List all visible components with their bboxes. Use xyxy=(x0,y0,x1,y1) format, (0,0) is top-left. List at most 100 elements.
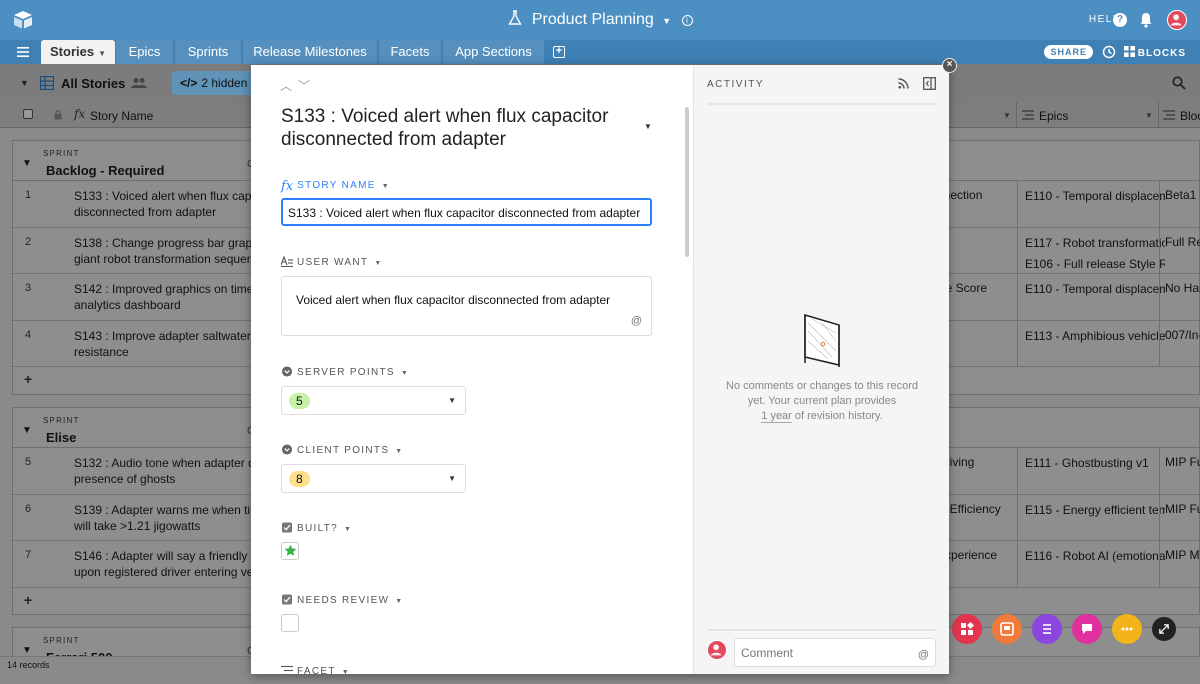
story-name-cell[interactable]: S139 : Adapter warns me when time will ta… xyxy=(74,502,254,536)
user-want-field[interactable]: Voiced alert when flux capacitor disconn… xyxy=(281,276,652,336)
empty-line: yet. Your current plan provides xyxy=(747,395,897,407)
tab-release-milestones[interactable]: Release Milestones xyxy=(243,40,377,64)
help-question-icon[interactable]: ? xyxy=(1113,13,1127,27)
chevron-down-icon[interactable]: ▼ xyxy=(20,78,29,88)
tab-epics[interactable]: Epics xyxy=(116,40,173,64)
link-field-icon xyxy=(281,665,293,674)
client-points-select[interactable]: 8 ▼ xyxy=(281,464,466,493)
select-all-checkbox[interactable] xyxy=(23,109,33,119)
lock-icon xyxy=(54,110,62,120)
user-want-text: Voiced alert when flux capacitor disconn… xyxy=(296,293,611,307)
collapse-group-icon[interactable]: ▼ xyxy=(22,158,32,169)
close-modal-button[interactable]: × xyxy=(942,58,957,73)
chevron-down-icon[interactable]: ▼ xyxy=(448,474,456,483)
epics-cell[interactable]: E117 - Robot transformatio E106 - Full re… xyxy=(1025,235,1165,272)
expand-fab-button[interactable] xyxy=(1152,617,1176,641)
chevron-down-icon[interactable]: ▼ xyxy=(382,183,390,190)
apps-fab-button[interactable] xyxy=(952,614,982,644)
chevron-down-icon[interactable]: ▼ xyxy=(1145,111,1153,120)
column-header-epics[interactable]: Epics xyxy=(1039,109,1068,123)
empty-line: No comments or changes to this record xyxy=(726,380,918,392)
chevron-down-icon[interactable]: ▼ xyxy=(344,526,352,533)
blocks-button[interactable]: BLOCKS xyxy=(1123,46,1186,59)
cell[interactable]: Full Rel xyxy=(1165,235,1200,249)
story-name-cell[interactable]: S142 : Improved graphics on time tr analy… xyxy=(74,281,254,315)
chevron-down-icon[interactable]: ▼ xyxy=(448,396,456,405)
epics-cell[interactable]: E110 - Temporal displacem xyxy=(1025,281,1165,297)
revision-history-link[interactable]: 1 year xyxy=(761,410,792,423)
story-name-cell[interactable]: S133 : Voiced alert when flux capaci disc… xyxy=(74,188,254,222)
field-label-text: CLIENT POINTS xyxy=(297,445,390,456)
epics-cell[interactable]: E115 - Energy efficient tem xyxy=(1025,502,1165,518)
tab-facets[interactable]: Facets xyxy=(379,40,441,64)
cell[interactable]: MIP Fu xyxy=(1165,502,1200,516)
subscribe-rss-icon[interactable] xyxy=(898,78,909,89)
view-name[interactable]: All Stories xyxy=(61,76,125,91)
story-name-cell[interactable]: S132 : Audio tone when adapter de presenc… xyxy=(74,455,254,489)
cell[interactable]: No Har xyxy=(1165,281,1200,295)
long-text-icon xyxy=(281,256,293,267)
more-fab-button[interactable] xyxy=(1112,614,1142,644)
tab-app-sections[interactable]: App Sections xyxy=(443,40,544,64)
mention-icon[interactable]: @ xyxy=(631,315,642,327)
collapse-panel-icon[interactable] xyxy=(923,77,936,90)
user-avatar[interactable] xyxy=(1167,10,1187,30)
column-header-blocks[interactable]: Bloc xyxy=(1180,109,1200,123)
cell[interactable]: 007/In- xyxy=(1165,328,1200,342)
chevron-down-icon[interactable]: ▼ xyxy=(1003,111,1011,120)
chevron-down-icon[interactable]: ▼ xyxy=(374,260,382,267)
bell-icon[interactable] xyxy=(1139,12,1153,28)
cell[interactable]: Beta1 xyxy=(1165,188,1196,202)
cell[interactable]: MIP Fu xyxy=(1165,455,1200,469)
needs-review-checkbox[interactable] xyxy=(281,614,299,632)
epics-cell[interactable]: E116 - Robot AI (emotiona xyxy=(1025,548,1165,564)
story-name-cell[interactable]: S138 : Change progress bar graphi giant r… xyxy=(74,235,254,269)
cell-line: disconnected from adapter xyxy=(74,205,217,219)
scrollbar[interactable] xyxy=(685,107,689,257)
built-checkbox[interactable] xyxy=(281,542,299,560)
tab-sprints[interactable]: Sprints xyxy=(175,40,241,64)
epics-cell[interactable]: E110 - Temporal displacem xyxy=(1025,188,1165,204)
collaborators-icon[interactable] xyxy=(131,77,147,89)
column-divider xyxy=(1158,102,1159,128)
comment-input[interactable]: Comment @ xyxy=(734,638,936,667)
history-icon[interactable] xyxy=(1102,45,1116,59)
user-icon xyxy=(1170,14,1182,26)
hamburger-menu-icon[interactable] xyxy=(17,47,29,57)
add-table-icon[interactable]: + xyxy=(553,46,565,58)
mention-icon[interactable]: @ xyxy=(918,649,929,661)
chevron-up-icon[interactable]: ︿ xyxy=(280,79,298,93)
column-header-story-name[interactable]: Story Name xyxy=(90,109,153,123)
chat-fab-button[interactable] xyxy=(1072,614,1102,644)
chevron-down-icon[interactable]: ▼ xyxy=(662,16,671,26)
collapse-group-icon[interactable]: ▼ xyxy=(22,645,32,656)
collapse-group-icon[interactable]: ▼ xyxy=(22,425,32,436)
chevron-down-icon[interactable]: ▼ xyxy=(395,598,403,605)
column-divider xyxy=(1159,181,1160,227)
chevron-down-icon[interactable]: ▼ xyxy=(342,669,350,674)
base-title[interactable]: Product Planning ▼ i xyxy=(0,10,1200,29)
epics-cell[interactable]: E113 - Amphibious vehicle xyxy=(1025,328,1165,344)
epics-cell[interactable]: E111 - Ghostbusting v1 xyxy=(1025,455,1165,471)
chevron-down-icon[interactable]: ﹀ xyxy=(298,79,316,93)
link-field-icon xyxy=(1163,110,1175,120)
story-name-cell[interactable]: S143 : Improve adapter saltwater resistan… xyxy=(74,328,254,362)
select-option-pill: 8 xyxy=(289,471,310,487)
tab-stories[interactable]: Stories ▼ xyxy=(41,40,115,64)
list-fab-button[interactable] xyxy=(1032,614,1062,644)
chevron-down-icon[interactable]: ▼ xyxy=(401,370,409,377)
server-points-select[interactable]: 5 ▼ xyxy=(281,386,466,415)
search-icon[interactable] xyxy=(1172,76,1186,90)
record-navigation: ︿﹀ xyxy=(280,77,316,94)
record-menu-icon[interactable]: ▼ xyxy=(644,122,652,131)
cell[interactable]: MIP MV xyxy=(1165,548,1200,562)
image-fab-button[interactable] xyxy=(992,614,1022,644)
expanded-record-modal: ︿﹀ S133 : Voiced alert when flux capacit… xyxy=(251,65,949,674)
story-name-cell[interactable]: S146 : Adapter will say a friendly "H upo… xyxy=(74,548,254,582)
chevron-down-icon[interactable]: ▼ xyxy=(98,49,106,58)
share-button[interactable]: SHARE xyxy=(1044,45,1093,59)
info-icon[interactable]: i xyxy=(681,15,693,26)
story-name-field[interactable]: S133 : Voiced alert when flux capacitor … xyxy=(281,198,652,226)
group-field-label: SPRINT xyxy=(43,149,80,158)
chevron-down-icon[interactable]: ▼ xyxy=(395,448,403,455)
